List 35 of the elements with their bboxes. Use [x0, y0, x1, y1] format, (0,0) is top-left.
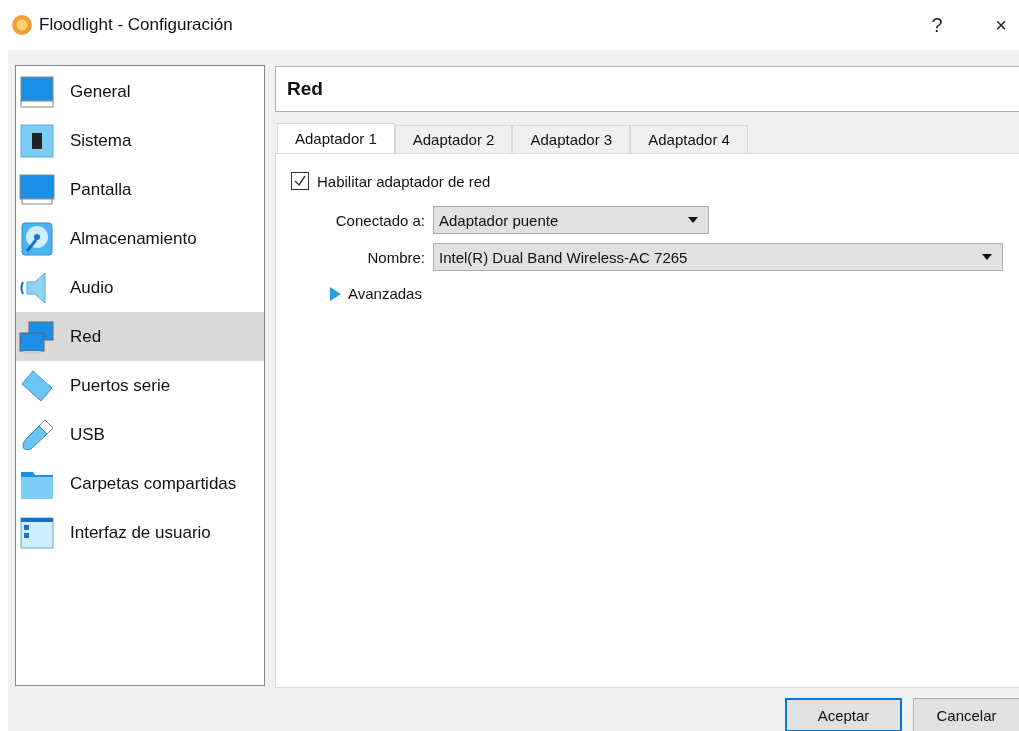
close-button[interactable]: × — [987, 13, 1015, 37]
dropdown[interactable]: Adaptador puente — [433, 206, 709, 234]
dialog-button[interactable]: Cancelar — [913, 698, 1019, 731]
monitor-icon — [19, 171, 55, 208]
expander[interactable]: Avanzadas — [329, 283, 422, 304]
tab[interactable]: Adaptador 4 — [630, 125, 748, 153]
window-layout-icon — [19, 514, 55, 551]
help-button[interactable]: ? — [923, 13, 951, 37]
monitor-icon — [19, 73, 55, 110]
sidebar-item[interactable]: Red — [16, 312, 264, 361]
field-label: Conectado a: — [334, 211, 425, 229]
checkbox[interactable] — [291, 172, 309, 190]
sidebar-item[interactable]: Puertos serie — [16, 361, 264, 410]
chip-icon — [19, 122, 55, 159]
sidebar-item[interactable]: Pantalla — [16, 165, 264, 214]
sidebar-item[interactable]: Audio — [16, 263, 264, 312]
tab[interactable]: Adaptador 3 — [512, 125, 631, 153]
network-icon — [19, 318, 55, 355]
sidebar-item[interactable]: Almacenamiento — [16, 214, 264, 263]
dropdown[interactable]: Intel(R) Dual Band Wireless-AC 7265 — [433, 243, 1003, 271]
sidebar-item[interactable]: USB — [16, 410, 264, 459]
caret-icon — [982, 254, 992, 260]
sidebar-item[interactable]: Interfaz de usuario — [16, 508, 264, 557]
tab[interactable]: Adaptador 2 — [394, 125, 513, 153]
app-icon — [11, 14, 33, 36]
page-title: Red — [287, 78, 323, 100]
sidebar-item[interactable]: Sistema — [16, 116, 264, 165]
window-title: Floodlight - Configuración — [39, 15, 233, 35]
field-label: Nombre: — [366, 248, 425, 266]
sidebar-item[interactable]: General — [16, 67, 264, 116]
tab[interactable]: Adaptador 1 — [277, 123, 395, 153]
sidebar-item[interactable]: Carpetas compartidas — [16, 459, 264, 508]
checkbox-label: Habilitar adaptador de red — [317, 172, 491, 190]
dialog-button[interactable]: Aceptar — [785, 698, 902, 731]
caret-icon — [688, 217, 698, 223]
